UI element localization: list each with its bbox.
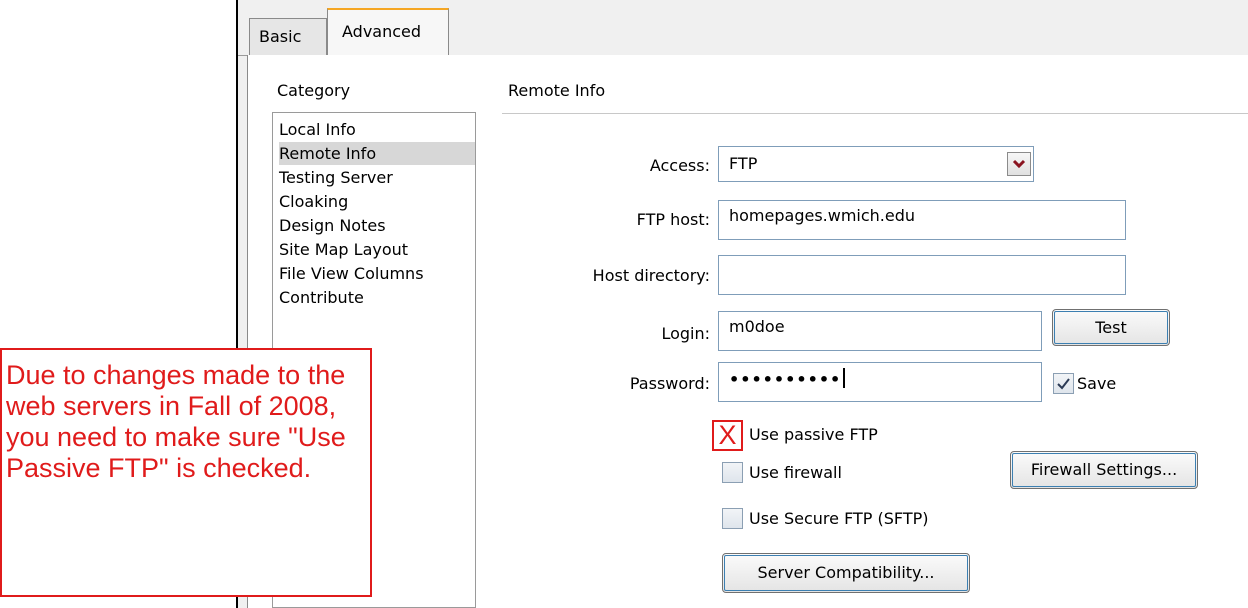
category-heading: Category <box>277 81 351 100</box>
password-input[interactable]: •••••••••• <box>718 362 1042 402</box>
section-title: Remote Info <box>508 81 606 100</box>
category-item-contribute[interactable]: Contribute <box>279 286 475 309</box>
firewall-checkbox[interactable] <box>722 462 743 483</box>
firewall-settings-button[interactable]: Firewall Settings... <box>1010 451 1198 489</box>
category-item-file-view-columns[interactable]: File View Columns <box>279 262 475 285</box>
category-item-cloaking[interactable]: Cloaking <box>279 190 475 213</box>
category-item-design-notes[interactable]: Design Notes <box>279 214 475 237</box>
host-directory-input[interactable] <box>718 255 1126 295</box>
sftp-checkbox[interactable] <box>722 508 743 529</box>
access-value: FTP <box>729 154 758 173</box>
login-value: m0doe <box>729 317 785 336</box>
login-label: Login: <box>661 324 710 343</box>
firewall-label: Use firewall <box>749 463 842 482</box>
annotation-note: Due to changes made to the web servers i… <box>0 348 372 597</box>
sftp-label: Use Secure FTP (SFTP) <box>749 509 929 528</box>
login-input[interactable]: m0doe <box>718 311 1042 351</box>
ftp-host-input[interactable]: homepages.wmich.edu <box>718 200 1126 240</box>
save-checkbox[interactable] <box>1053 373 1074 394</box>
passive-ftp-label: Use passive FTP <box>749 425 878 444</box>
access-select[interactable]: FTP <box>718 146 1034 182</box>
category-item-remote-info[interactable]: Remote Info <box>279 142 475 165</box>
checkmark-icon <box>1057 378 1070 390</box>
host-directory-label: Host directory: <box>592 266 710 285</box>
access-label: Access: <box>649 156 710 175</box>
ftp-host-value: homepages.wmich.edu <box>729 206 916 225</box>
tab-advanced[interactable]: Advanced <box>327 8 449 56</box>
passive-ftp-checkbox[interactable]: X <box>712 420 743 451</box>
tab-basic[interactable]: Basic <box>249 18 327 55</box>
password-value: •••••••••• <box>729 370 842 389</box>
server-compatibility-button[interactable]: Server Compatibility... <box>722 553 970 593</box>
chevron-down-icon[interactable] <box>1007 152 1031 176</box>
section-divider <box>502 113 1248 114</box>
category-item-local-info[interactable]: Local Info <box>279 118 475 141</box>
test-button[interactable]: Test <box>1052 309 1170 346</box>
password-label: Password: <box>629 374 710 393</box>
category-item-testing-server[interactable]: Testing Server <box>279 166 475 189</box>
save-label: Save <box>1077 374 1117 393</box>
ftp-host-label: FTP host: <box>636 210 710 229</box>
category-item-site-map-layout[interactable]: Site Map Layout <box>279 238 475 261</box>
text-cursor <box>843 368 846 388</box>
